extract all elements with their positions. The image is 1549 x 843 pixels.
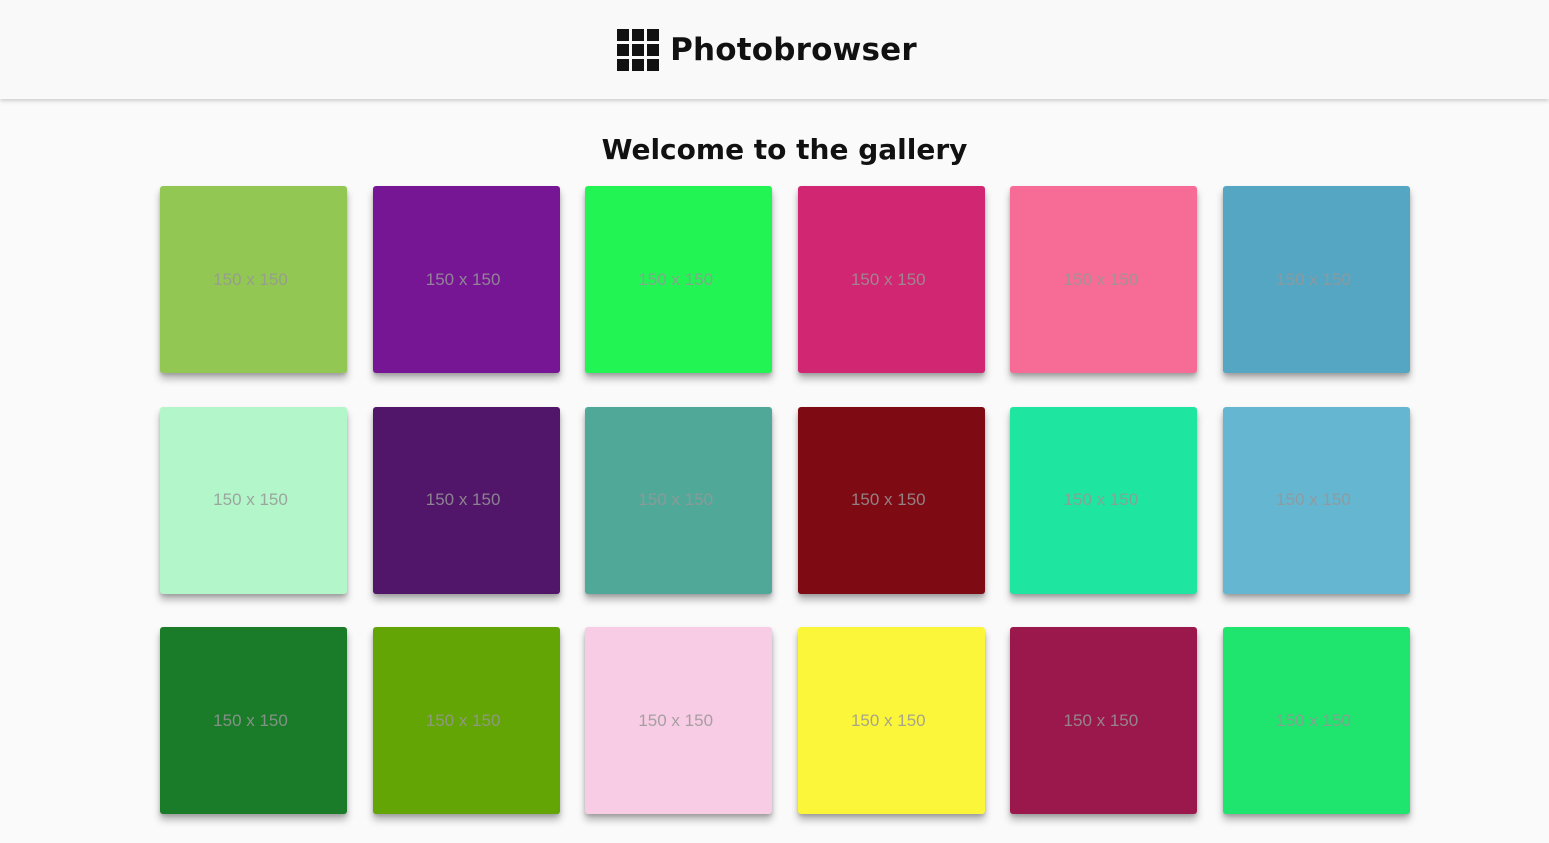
photo-placeholder-label: 150 x 150: [638, 269, 714, 289]
brand[interactable]: Photobrowser: [617, 28, 917, 71]
photo-thumbnail[interactable]: 150 x 150: [1010, 406, 1198, 594]
photo-placeholder-label: 150 x 150: [213, 490, 288, 509]
photo-thumbnail[interactable]: 150 x 150: [372, 406, 560, 594]
app-header: Photobrowser: [0, 0, 1549, 99]
photo-thumbnail[interactable]: 150 x 150: [160, 627, 347, 814]
photo-thumbnail[interactable]: 150 x 150: [372, 627, 560, 814]
photo-placeholder-label: 150 x 150: [1276, 269, 1351, 289]
photo-thumbnail[interactable]: 150 x 150: [797, 186, 985, 373]
photo-placeholder-label: 150 x 150: [1063, 269, 1139, 289]
photo-placeholder-label: 150 x 150: [425, 490, 501, 509]
photo-thumbnail[interactable]: 150 x 150: [372, 186, 560, 373]
photo-placeholder-label: 150 x 150: [1063, 490, 1139, 509]
photo-placeholder-label: 150 x 150: [850, 710, 926, 730]
photo-thumbnail[interactable]: 150 x 150: [585, 406, 773, 594]
photo-thumbnail[interactable]: 150 x 150: [585, 186, 773, 373]
photo-thumbnail[interactable]: 150 x 150: [585, 627, 773, 814]
photo-placeholder-label: 150 x 150: [638, 490, 714, 509]
page-title: Welcome to the gallery: [601, 133, 968, 166]
photo-thumbnail[interactable]: 150 x 150: [797, 627, 985, 814]
photo-thumbnail[interactable]: 150 x 150: [1222, 627, 1410, 814]
photo-gallery: 150 x 150 150 x 150 150 x 150 150 x 150 150 …: [160, 186, 1410, 814]
photo-placeholder-label: 150 x 150: [425, 710, 501, 730]
photo-placeholder-label: 150 x 150: [1276, 710, 1351, 730]
app-title: Photobrowser: [670, 31, 917, 68]
photo-thumbnail[interactable]: 150 x 150: [1222, 186, 1410, 373]
photo-placeholder-label: 150 x 150: [213, 710, 288, 730]
photo-placeholder-label: 150 x 150: [850, 490, 926, 509]
photo-placeholder-label: 150 x 150: [1063, 710, 1139, 730]
photo-thumbnail[interactable]: 150 x 150: [160, 406, 347, 594]
photo-placeholder-label: 150 x 150: [638, 710, 714, 730]
photo-thumbnail[interactable]: 150 x 150: [160, 186, 347, 373]
photo-placeholder-label: 150 x 150: [1276, 490, 1351, 509]
photo-thumbnail[interactable]: 150 x 150: [797, 406, 985, 594]
photo-thumbnail[interactable]: 150 x 150: [1222, 406, 1410, 594]
photo-placeholder-label: 150 x 150: [213, 269, 288, 289]
photo-thumbnail[interactable]: 150 x 150: [1010, 627, 1198, 814]
photo-placeholder-label: 150 x 150: [850, 269, 926, 289]
photo-thumbnail[interactable]: 150 x 150: [1010, 186, 1198, 373]
grid-icon: [617, 28, 660, 71]
photo-placeholder-label: 150 x 150: [425, 269, 501, 289]
